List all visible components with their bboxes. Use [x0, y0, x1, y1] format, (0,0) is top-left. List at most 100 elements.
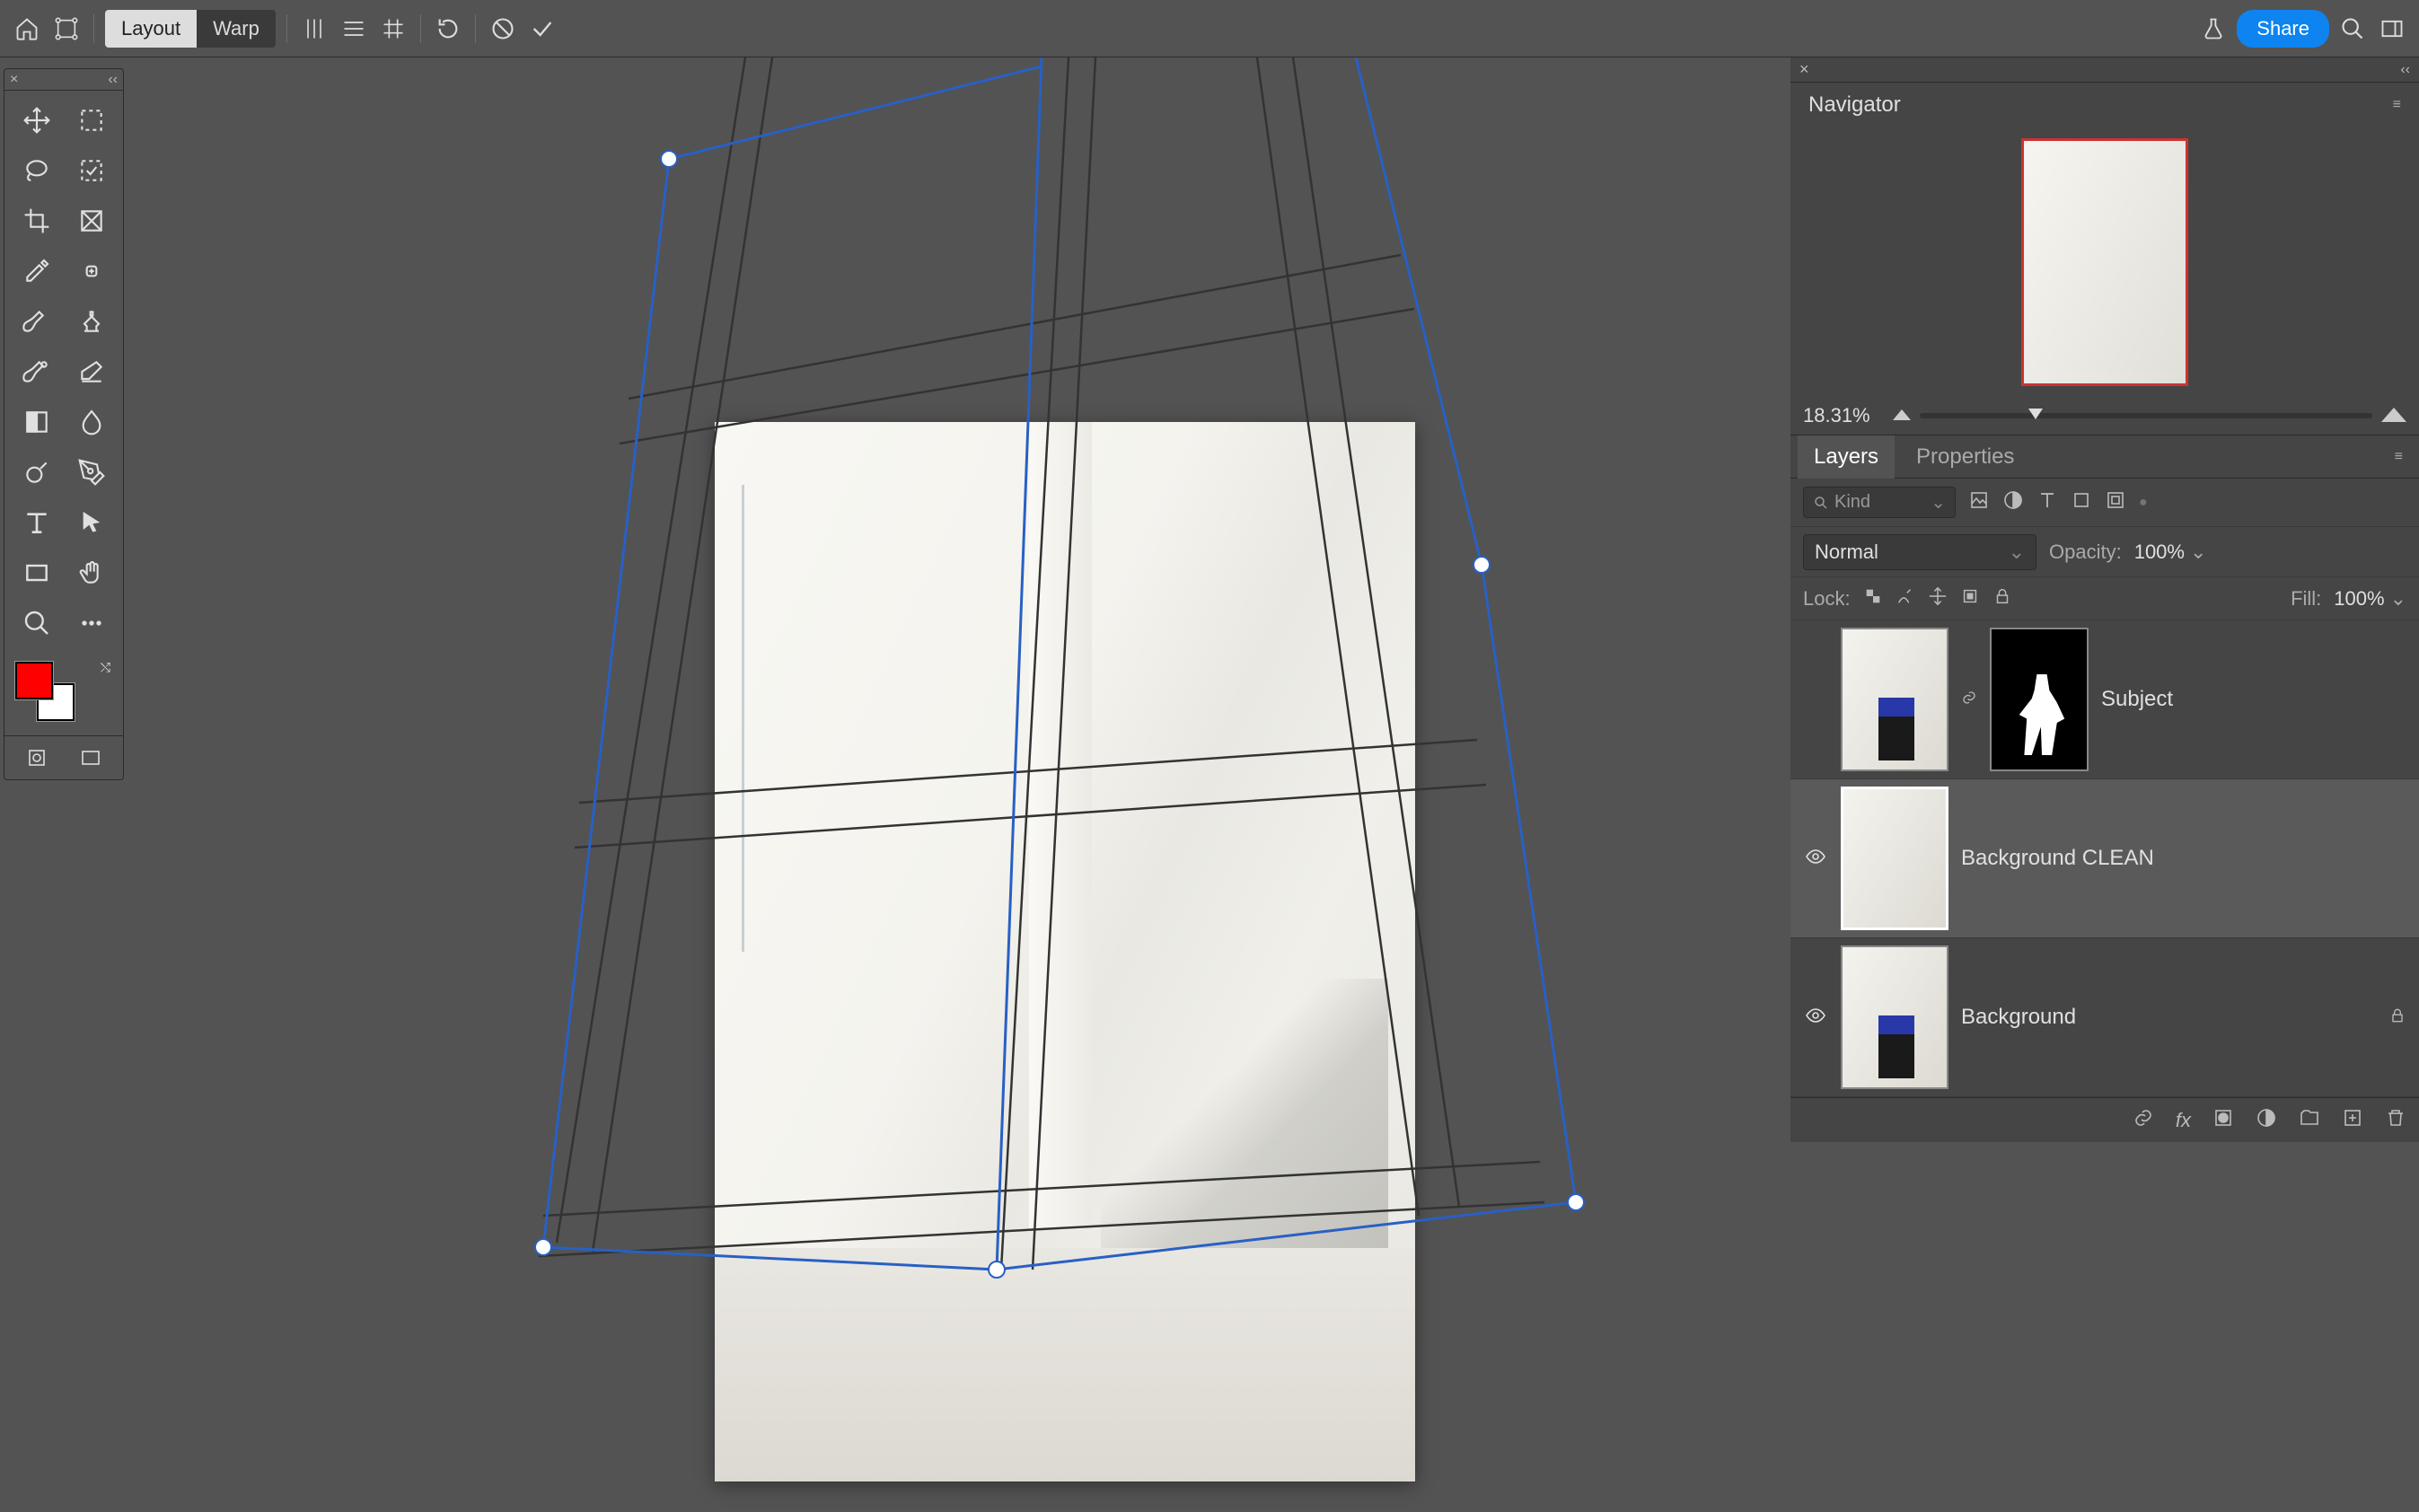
- transform-icon[interactable]: [50, 13, 83, 45]
- fill-input[interactable]: 100%⌄: [2334, 587, 2406, 611]
- filter-pixel-icon[interactable]: [1968, 489, 1990, 515]
- panel-menu-icon[interactable]: ≡: [2386, 449, 2412, 465]
- grid-lines-icon[interactable]: [298, 13, 330, 45]
- brush-tool[interactable]: [10, 297, 63, 346]
- filter-smart-icon[interactable]: [2105, 489, 2126, 515]
- navigator-thumbnail[interactable]: [2021, 138, 2188, 386]
- reset-icon[interactable]: [432, 13, 464, 45]
- crop-tool[interactable]: [10, 197, 63, 245]
- close-icon[interactable]: ×: [1799, 60, 1809, 79]
- transform-mode-toggle: Layout Warp: [105, 10, 276, 48]
- lock-artboard-icon[interactable]: [1960, 586, 1980, 611]
- swap-colors-icon[interactable]: ⤭: [101, 660, 110, 675]
- zoom-in-icon[interactable]: [2381, 406, 2406, 426]
- filter-shape-icon[interactable]: [2071, 489, 2092, 515]
- mask-link-icon[interactable]: [1961, 690, 1977, 710]
- grid-both-icon[interactable]: [377, 13, 409, 45]
- gradient-tool[interactable]: [10, 398, 63, 446]
- lock-position-icon[interactable]: [1928, 586, 1948, 611]
- layer-row[interactable]: Background: [1790, 938, 2419, 1097]
- collapse-icon[interactable]: ‹‹: [108, 72, 118, 88]
- quick-select-tool[interactable]: [65, 146, 118, 195]
- screenmode-icon[interactable]: [66, 743, 116, 772]
- layer-row[interactable]: Subject: [1790, 620, 2419, 779]
- layer-kind-filter[interactable]: Kind ⌄: [1803, 487, 1956, 518]
- layer-row[interactable]: Background CLEAN: [1790, 779, 2419, 938]
- artboard-tool[interactable]: [65, 96, 118, 145]
- mask-icon[interactable]: [2212, 1107, 2234, 1133]
- home-icon[interactable]: [11, 13, 43, 45]
- grid-rows-icon[interactable]: [338, 13, 370, 45]
- tab-properties[interactable]: Properties: [1900, 435, 2030, 479]
- mask-thumbnail[interactable]: [1990, 628, 2089, 771]
- eyedropper-tool[interactable]: [10, 247, 63, 295]
- link-layers-icon[interactable]: [2133, 1107, 2154, 1133]
- share-button[interactable]: Share: [2237, 10, 2329, 48]
- layer-thumbnail[interactable]: [1841, 945, 1948, 1089]
- history-brush-tool[interactable]: [10, 347, 63, 396]
- collapse-icon[interactable]: ‹‹: [2400, 62, 2410, 78]
- more-tools[interactable]: [65, 599, 118, 647]
- navigator-title: Navigator: [1808, 92, 1901, 118]
- type-tool[interactable]: [10, 498, 63, 547]
- path-select-tool[interactable]: [65, 498, 118, 547]
- hand-tool[interactable]: [65, 549, 118, 597]
- document-canvas[interactable]: [715, 422, 1415, 1481]
- filter-type-icon[interactable]: [2036, 489, 2058, 515]
- lock-icon[interactable]: [2388, 1007, 2406, 1029]
- clone-stamp-tool[interactable]: [65, 297, 118, 346]
- lock-all-icon[interactable]: [1992, 586, 2012, 611]
- healing-brush-tool[interactable]: [65, 247, 118, 295]
- workspace-icon[interactable]: [2376, 13, 2408, 45]
- cancel-transform-icon[interactable]: [487, 13, 519, 45]
- blend-mode-select[interactable]: Normal⌄: [1803, 534, 2036, 570]
- opacity-label: Opacity:: [2049, 541, 2122, 564]
- rectangle-tool[interactable]: [10, 549, 63, 597]
- eraser-tool[interactable]: [65, 347, 118, 396]
- visibility-toggle[interactable]: [1803, 1005, 1828, 1031]
- layer-footer: fx: [1790, 1097, 2419, 1142]
- options-bar: Layout Warp Share: [0, 0, 2419, 57]
- layer-name[interactable]: Background CLEAN: [1961, 846, 2406, 871]
- layer-name[interactable]: Subject: [2101, 687, 2406, 712]
- opacity-input[interactable]: 100%⌄: [2134, 541, 2207, 564]
- lasso-tool[interactable]: [10, 146, 63, 195]
- quickmask-icon[interactable]: [12, 743, 62, 772]
- color-swatches[interactable]: ⤭: [10, 658, 118, 730]
- pen-tool[interactable]: [65, 448, 118, 497]
- zoom-slider[interactable]: [1920, 413, 2372, 418]
- mode-layout-button[interactable]: Layout: [105, 10, 197, 48]
- filter-toggle-icon[interactable]: ●: [2139, 495, 2148, 511]
- group-icon[interactable]: [2299, 1107, 2320, 1133]
- lock-pixels-icon[interactable]: [1896, 586, 1915, 611]
- adjustment-icon[interactable]: [2256, 1107, 2277, 1133]
- panel-menu-icon[interactable]: ≡: [2393, 97, 2401, 113]
- tools-panel: × ‹‹ ⤭: [4, 68, 124, 780]
- canvas-area[interactable]: [0, 57, 1790, 1512]
- move-tool[interactable]: [10, 96, 63, 145]
- blur-tool[interactable]: [65, 398, 118, 446]
- new-layer-icon[interactable]: [2342, 1107, 2363, 1133]
- foreground-swatch[interactable]: [15, 662, 53, 699]
- fx-icon[interactable]: fx: [2176, 1109, 2191, 1132]
- lock-transparency-icon[interactable]: [1863, 586, 1883, 611]
- frame-tool[interactable]: [65, 197, 118, 245]
- mode-warp-button[interactable]: Warp: [197, 10, 276, 48]
- dodge-tool[interactable]: [10, 448, 63, 497]
- zoom-tool[interactable]: [10, 599, 63, 647]
- visibility-toggle[interactable]: [1803, 846, 1828, 872]
- commit-transform-icon[interactable]: [526, 13, 559, 45]
- lock-label: Lock:: [1803, 587, 1851, 611]
- search-icon[interactable]: [2336, 13, 2369, 45]
- zoom-out-icon[interactable]: [1893, 408, 1911, 425]
- tab-layers[interactable]: Layers: [1798, 435, 1895, 479]
- beaker-icon[interactable]: [2197, 13, 2230, 45]
- layer-thumbnail[interactable]: [1841, 628, 1948, 771]
- delete-layer-icon[interactable]: [2385, 1107, 2406, 1133]
- zoom-value[interactable]: 18.31%: [1803, 404, 1884, 427]
- layers-panel: Layers Properties ≡ Kind ⌄ ● Normal: [1790, 435, 2419, 1142]
- filter-adjust-icon[interactable]: [2002, 489, 2024, 515]
- layer-name[interactable]: Background: [1961, 1005, 2376, 1030]
- close-icon[interactable]: ×: [10, 72, 18, 88]
- layer-thumbnail[interactable]: [1841, 787, 1948, 930]
